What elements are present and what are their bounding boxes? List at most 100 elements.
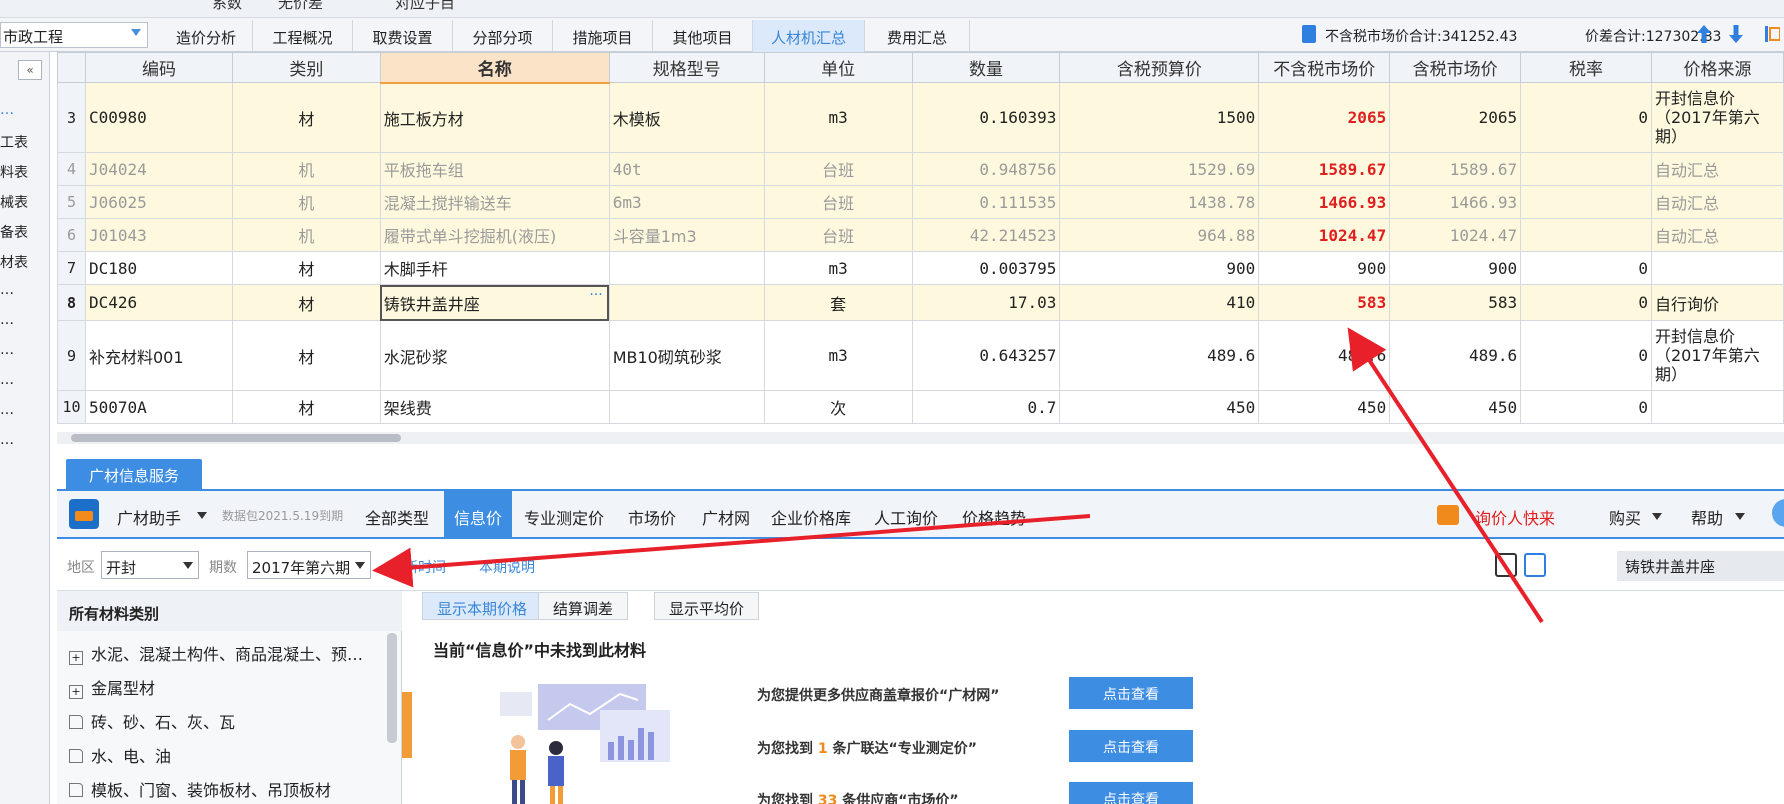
cell-price-source[interactable] <box>1650 390 1784 424</box>
cell-market-price[interactable]: 2065 <box>1258 82 1391 153</box>
cell-category[interactable]: 材 <box>231 390 381 424</box>
cell-market-price-tax[interactable]: 1589.67 <box>1389 152 1522 186</box>
sidebar-item[interactable]: … <box>0 282 14 298</box>
table-row[interactable]: 9 补充材料001 材 水泥砂浆 MB10砌筑砂浆 m3 0.643257 48… <box>57 320 1784 391</box>
cell-tax-rate[interactable] <box>1520 152 1652 186</box>
nav-all-types[interactable]: 全部类型 <box>365 505 429 529</box>
cell-price-source[interactable]: 开封信息价（2017年第六期） <box>1650 320 1784 391</box>
arrow-up-icon[interactable] <box>1696 24 1712 44</box>
column-header[interactable]: 编码 <box>84 52 233 83</box>
region-select[interactable]: 开封 <box>101 551 199 579</box>
tab-labor-material-summary[interactable]: 人材机汇总 <box>753 20 865 52</box>
horizontal-scrollbar[interactable] <box>57 432 1784 444</box>
settings-icon[interactable] <box>1764 24 1780 44</box>
cell-qty[interactable]: 0.7 <box>911 390 1061 424</box>
cell-code[interactable]: 50070A <box>84 390 233 424</box>
cell-budget-price[interactable]: 1438.78 <box>1059 185 1260 219</box>
view-button[interactable]: 点击查看 <box>1069 730 1193 762</box>
cell-name[interactable]: 木脚手杆 <box>379 251 610 285</box>
cell-tax-rate[interactable]: 0 <box>1520 284 1652 321</box>
expand-icon[interactable]: + <box>69 651 83 665</box>
cell-market-price-tax[interactable]: 1466.93 <box>1389 185 1522 219</box>
table-row[interactable]: 5 J06025 机 混凝土搅拌输送车 6m3 台班 0.111535 1438… <box>57 185 1784 219</box>
cell-tax-rate[interactable] <box>1520 218 1652 252</box>
cell-qty[interactable]: 0.003795 <box>911 251 1061 285</box>
column-header[interactable]: 含税预算价 <box>1059 52 1260 83</box>
cell-tax-rate[interactable]: 0 <box>1520 320 1652 391</box>
cell-market-price-tax[interactable]: 900 <box>1389 251 1522 285</box>
cell-price-source[interactable]: 自动汇总 <box>1650 152 1784 186</box>
cell-name[interactable]: 水泥砂浆 <box>379 320 610 391</box>
category-item[interactable]: 模板、门窗、装饰板材、吊顶板材 <box>69 777 331 801</box>
cell-market-price-tax[interactable]: 583 <box>1389 284 1522 321</box>
nav-company-price-lib[interactable]: 企业价格库 <box>771 505 851 529</box>
update-time-link[interactable]: 更新时间 <box>390 557 446 577</box>
cell-market-price-tax[interactable]: 450 <box>1389 390 1522 424</box>
material-search-input[interactable]: 铸铁井盖井座 <box>1617 551 1784 581</box>
toolbar-item[interactable]: 系数 <box>212 0 242 13</box>
tab-fee-settings[interactable]: 取费设置 <box>353 20 453 52</box>
cell-qty[interactable]: 0.160393 <box>911 82 1061 153</box>
tab-measures[interactable]: 措施项目 <box>553 20 653 52</box>
column-header[interactable]: 不含税市场价 <box>1258 52 1391 83</box>
cell-category[interactable]: 材 <box>231 82 381 153</box>
column-header[interactable]: 含税市场价 <box>1389 52 1522 83</box>
sidebar-item[interactable]: 备表 <box>0 222 28 242</box>
table-row[interactable]: 3 C00980 材 施工板方材 木模板 m3 0.160393 1500 20… <box>57 82 1784 153</box>
cell-market-price[interactable]: 1024.47 <box>1258 218 1391 252</box>
cell-category[interactable]: 机 <box>231 152 381 186</box>
table-row[interactable]: 7 DC180 材 木脚手杆 m3 0.003795 900 900 900 0 <box>57 251 1784 285</box>
cell-budget-price[interactable]: 1529.69 <box>1059 152 1260 186</box>
cell-tax-rate[interactable]: 0 <box>1520 251 1652 285</box>
table-row[interactable]: 4 J04024 机 平板拖车组 40t 台班 0.948756 1529.69… <box>57 152 1784 186</box>
cell-code[interactable]: 补充材料001 <box>84 320 233 391</box>
sidebar-item[interactable]: 工表 <box>0 132 28 152</box>
cell-price-source[interactable] <box>1650 251 1784 285</box>
tab-project-overview[interactable]: 工程概况 <box>253 20 353 52</box>
column-header[interactable]: 数量 <box>911 52 1061 83</box>
cell-category[interactable]: 机 <box>231 185 381 219</box>
cell-market-price[interactable]: 900 <box>1258 251 1391 285</box>
nav-market-price[interactable]: 市场价 <box>628 505 676 529</box>
cell-market-price[interactable]: 489.6 <box>1258 320 1391 391</box>
project-select[interactable]: 市政工程 <box>0 22 148 48</box>
more-icon[interactable]: ··· <box>589 287 602 303</box>
lock-icon[interactable] <box>1495 553 1517 577</box>
cell-unit[interactable]: 次 <box>763 390 913 424</box>
chevron-down-icon[interactable] <box>1652 513 1662 520</box>
quick-inquiry-link[interactable]: 询价人快来 <box>1475 505 1555 529</box>
cell-spec[interactable] <box>608 251 765 285</box>
unlock-icon[interactable] <box>1524 553 1546 577</box>
cell-market-price[interactable]: 1466.93 <box>1258 185 1391 219</box>
nav-manual-inquiry[interactable]: 人工询价 <box>874 505 938 529</box>
cell-name[interactable]: 平板拖车组 <box>379 152 610 186</box>
sidebar-item[interactable]: 料表 <box>0 162 28 182</box>
toolbar-item[interactable]: 对应子目 <box>395 0 455 13</box>
tab-other-items[interactable]: 其他项目 <box>653 20 753 52</box>
column-header[interactable]: 价格来源 <box>1650 52 1784 83</box>
cell-code[interactable]: J06025 <box>84 185 233 219</box>
nav-measured-price[interactable]: 专业测定价 <box>524 505 604 529</box>
cell-name[interactable]: 混凝土搅拌输送车 <box>379 185 610 219</box>
cell-category[interactable]: 材 <box>231 320 381 391</box>
table-row[interactable]: 10 50070A 材 架线费 次 0.7 450 450 450 0 <box>57 390 1784 424</box>
cell-code[interactable]: DC426 <box>84 284 233 321</box>
cell-unit[interactable]: 台班 <box>763 218 913 252</box>
panel-splitter-handle[interactable] <box>402 692 412 758</box>
cell-category[interactable]: 材 <box>231 251 381 285</box>
cell-spec[interactable] <box>608 390 765 424</box>
period-description-link[interactable]: 本期说明 <box>479 557 535 577</box>
help-menu[interactable]: 帮助 <box>1691 505 1723 529</box>
sidebar-item[interactable]: … <box>0 372 14 388</box>
cell-category[interactable]: 机 <box>231 218 381 252</box>
arrow-down-icon[interactable] <box>1728 24 1744 44</box>
toolbar-item[interactable]: 无价差 <box>278 0 323 13</box>
cell-category[interactable]: 材 <box>231 284 381 321</box>
period-select[interactable]: 2017年第六期 <box>247 551 371 579</box>
cell-price-source[interactable]: 自动汇总 <box>1650 185 1784 219</box>
category-item[interactable]: 砖、砂、石、灰、瓦 <box>69 709 235 733</box>
cell-price-source[interactable]: 自动汇总 <box>1650 218 1784 252</box>
cell-code[interactable]: DC180 <box>84 251 233 285</box>
cell-qty[interactable]: 17.03 <box>911 284 1061 321</box>
scrollbar-thumb[interactable] <box>71 434 401 442</box>
